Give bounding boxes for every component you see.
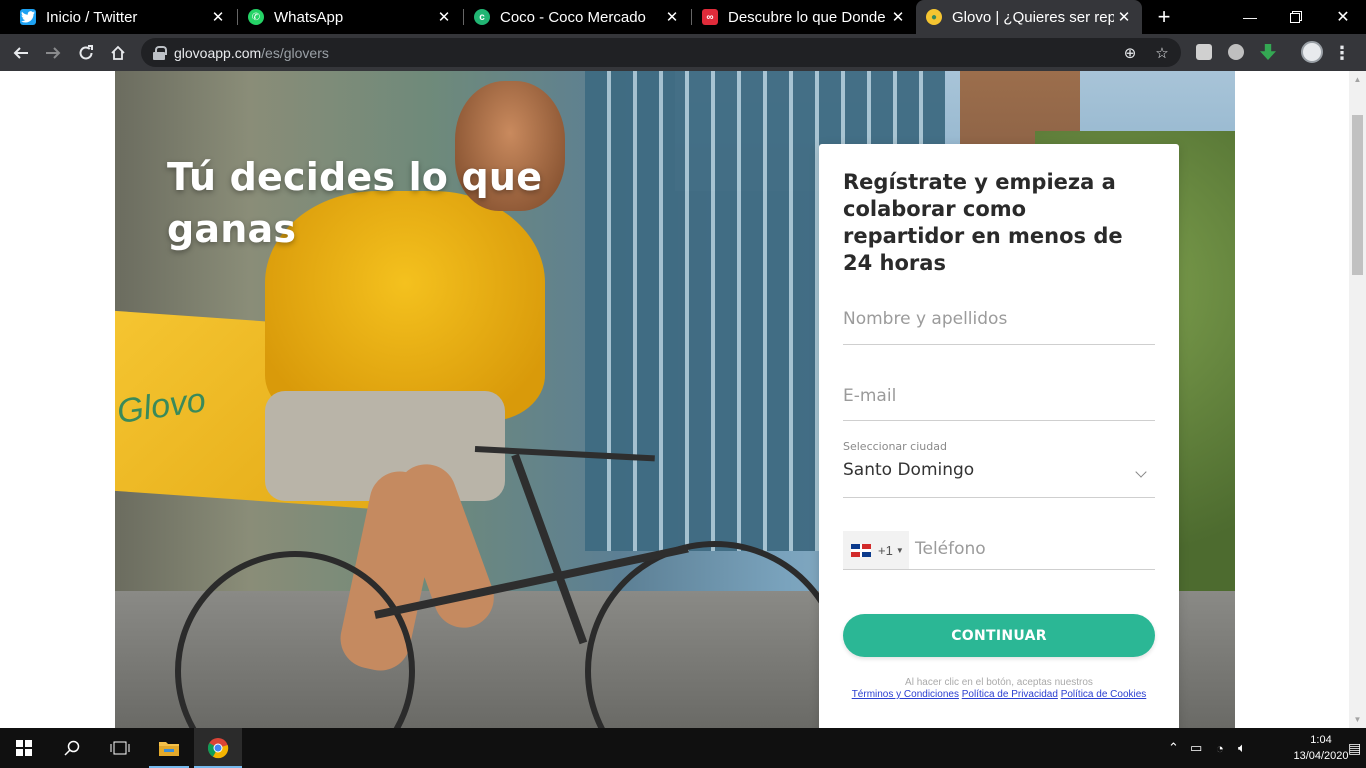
country-code-select[interactable]: +1 ▼ <box>843 531 909 569</box>
tab-donde[interactable]: ∞ Descubre lo que Donde I ✕ <box>692 0 916 34</box>
tab-title: Coco - Coco Mercado <box>500 8 646 26</box>
lock-icon <box>153 45 167 60</box>
scroll-up-icon[interactable]: ▲ <box>1349 71 1366 88</box>
whatsapp-icon: ✆ <box>248 9 264 25</box>
page-viewport: Glovo Tú decides lo que ganas Regístrate… <box>0 71 1349 728</box>
chevron-up-icon[interactable]: ⌃ <box>1168 739 1179 757</box>
legal-text: Al hacer clic en el botón, aceptas nuest… <box>905 677 1093 688</box>
country-code: +1 <box>878 542 893 558</box>
close-icon[interactable]: ✕ <box>208 7 228 27</box>
system-clock[interactable]: 1:04 13/04/2020 <box>1288 732 1354 764</box>
close-icon[interactable]: ✕ <box>888 7 908 27</box>
more-menu-icon[interactable]: ⋮ <box>1332 40 1352 66</box>
wifi-icon[interactable]: ◔ <box>1216 739 1224 757</box>
phone-placeholder: Teléfono <box>915 539 986 559</box>
privacy-link[interactable]: Política de Privacidad <box>962 689 1058 700</box>
legal-notice: Al hacer clic en el botón, aceptas nuest… <box>843 677 1155 701</box>
city-value: Santo Domingo <box>843 460 975 480</box>
dominican-flag-icon <box>851 543 871 557</box>
tab-coco[interactable]: c Coco - Coco Mercado ✕ <box>464 0 690 34</box>
restore-button[interactable] <box>1273 0 1319 34</box>
tab-glovo[interactable]: ● Glovo | ¿Quieres ser repa ✕ <box>916 0 1142 34</box>
back-button[interactable] <box>8 40 34 66</box>
caret-down-icon: ▼ <box>895 545 904 555</box>
twitter-icon <box>20 9 36 25</box>
reload-button[interactable] <box>73 40 99 66</box>
email-placeholder: E-mail <box>843 386 897 406</box>
chrome-taskbar-button[interactable] <box>194 728 242 768</box>
tab-strip: Inicio / Twitter ✕ ✆ WhatsApp ✕ c Coco -… <box>0 0 1366 34</box>
start-button[interactable] <box>0 728 48 768</box>
home-icon <box>111 45 125 60</box>
scroll-down-icon[interactable]: ▼ <box>1349 711 1366 728</box>
coco-icon: c <box>474 9 490 25</box>
tab-twitter[interactable]: Inicio / Twitter ✕ <box>10 0 236 34</box>
url-text: glovoapp.com/es/glovers <box>174 44 329 61</box>
search-button[interactable] <box>48 728 96 768</box>
signup-card: Regístrate y empieza a colaborar como re… <box>819 144 1179 728</box>
tab-title: Descubre lo que Donde I <box>728 8 888 26</box>
bookmark-star-icon[interactable]: ☆ <box>1153 44 1171 62</box>
city-select[interactable]: Seleccionar ciudad Santo Domingo <box>843 440 1155 498</box>
close-icon[interactable]: ✕ <box>434 7 454 27</box>
phone-field[interactable]: +1 ▼ Teléfono <box>843 531 1155 570</box>
task-view-icon <box>110 741 130 755</box>
battery-icon[interactable]: ▭ <box>1190 739 1202 757</box>
forward-button[interactable] <box>40 40 66 66</box>
task-view-button[interactable] <box>96 728 144 768</box>
email-field[interactable]: E-mail <box>843 374 1155 421</box>
forward-arrow-icon <box>46 47 61 59</box>
page-scrollbar[interactable]: ▲ ▼ <box>1349 71 1366 728</box>
download-icon[interactable] <box>1260 44 1276 60</box>
cookies-link[interactable]: Política de Cookies <box>1061 689 1147 700</box>
back-arrow-icon <box>13 47 28 59</box>
search-icon <box>64 740 80 756</box>
profile-avatar[interactable] <box>1301 41 1323 63</box>
close-icon[interactable]: ✕ <box>1114 7 1134 27</box>
glovo-pin-icon: ● <box>926 9 942 25</box>
city-label: Seleccionar ciudad <box>843 440 947 453</box>
tab-title: WhatsApp <box>274 8 344 26</box>
terms-link[interactable]: Términos y Condiciones <box>852 689 959 700</box>
name-placeholder: Nombre y apellidos <box>843 309 1008 329</box>
windows-taskbar: ⌃ ▭ ◔ 🔈︎ 1:04 13/04/2020 ▤ <box>0 728 1366 768</box>
reload-icon <box>79 45 93 60</box>
hero-heading: Tú decides lo que ganas <box>167 155 543 251</box>
continue-button[interactable]: CONTINUAR <box>843 614 1155 657</box>
tab-title: Inicio / Twitter <box>46 8 138 26</box>
minimize-button[interactable]: — <box>1227 0 1273 34</box>
zoom-icon[interactable]: ⊕ <box>1121 44 1139 62</box>
name-field[interactable]: Nombre y apellidos <box>843 297 1155 345</box>
scrollbar-thumb[interactable] <box>1352 115 1363 275</box>
tab-whatsapp[interactable]: ✆ WhatsApp ✕ <box>238 0 462 34</box>
restore-icon <box>1290 11 1302 23</box>
form-title: Regístrate y empieza a colaborar como re… <box>843 170 1123 275</box>
new-tab-button[interactable]: + <box>1152 4 1176 29</box>
tab-title: Glovo | ¿Quieres ser repa <box>952 8 1114 26</box>
extension-icon[interactable] <box>1228 44 1244 60</box>
volume-icon[interactable]: 🔈︎ <box>1238 739 1246 757</box>
file-explorer-button[interactable] <box>145 728 193 768</box>
close-window-button[interactable]: ✕ <box>1320 0 1366 34</box>
notification-icon[interactable]: ▤ <box>1348 739 1361 757</box>
browser-toolbar: glovoapp.com/es/glovers ⊕ ☆ ⋮ <box>0 34 1366 71</box>
home-button[interactable] <box>105 40 131 66</box>
close-icon[interactable]: ✕ <box>662 7 682 27</box>
chrome-icon <box>207 738 229 759</box>
clock-date: 13/04/2020 <box>1293 750 1349 762</box>
chevron-down-icon <box>1135 466 1147 478</box>
address-bar[interactable]: glovoapp.com/es/glovers ⊕ ☆ <box>141 38 1181 67</box>
folder-icon <box>159 742 179 756</box>
extension-icon[interactable] <box>1196 44 1212 60</box>
clock-time: 1:04 <box>1310 734 1332 746</box>
link-icon: ∞ <box>702 9 718 25</box>
windows-logo-icon <box>16 740 32 756</box>
